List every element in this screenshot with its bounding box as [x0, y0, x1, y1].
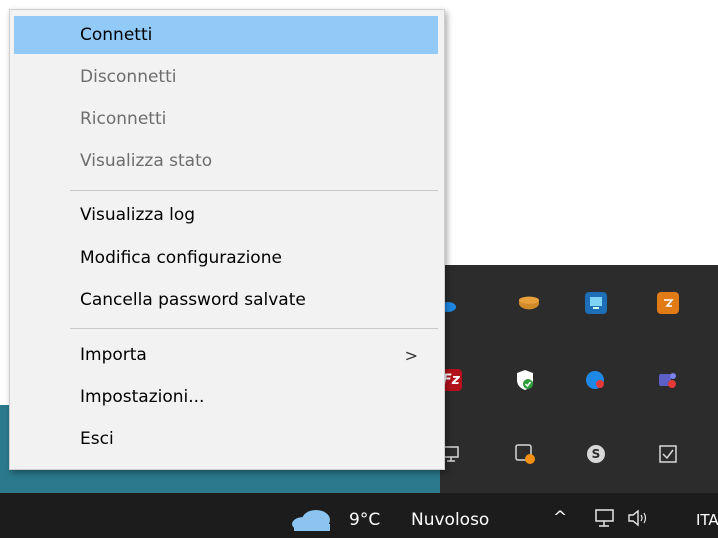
menu-item-visualizza-stato[interactable]: Visualizza stato — [14, 142, 438, 180]
tray-chevron-icon[interactable]: ^ — [553, 508, 567, 528]
menu-item-label: Esci — [80, 429, 114, 449]
menu-item-label: Disconnetti — [80, 67, 177, 87]
sync-app-icon[interactable] — [514, 443, 536, 465]
weather-condition[interactable]: Nuvoloso — [411, 510, 489, 530]
language-indicator[interactable]: ITA — [696, 511, 718, 529]
db-icon[interactable] — [518, 292, 540, 314]
menu-item-label: Cancella password salvate — [80, 290, 306, 310]
menu-item-label: Riconnetti — [80, 109, 167, 129]
menu-item-modifica-configurazione[interactable]: Modifica configurazione — [14, 239, 438, 277]
menu-item-cancella-password[interactable]: Cancella password salvate — [14, 281, 438, 319]
menu-item-connetti[interactable]: Connetti — [14, 16, 438, 54]
svg-text:S: S — [592, 447, 601, 461]
cloud-icon[interactable] — [290, 509, 334, 531]
weather-temperature[interactable]: 9°C — [349, 510, 380, 530]
menu-item-visualizza-log[interactable]: Visualizza log — [14, 196, 438, 234]
menu-item-impostazioni[interactable]: Impostazioni... — [14, 378, 438, 416]
menu-item-importa[interactable]: Importa > — [14, 336, 438, 374]
network-app-icon[interactable] — [585, 292, 607, 314]
tray-overflow-flyout: Fz S — [440, 265, 718, 493]
volume-icon[interactable] — [626, 507, 650, 533]
chat-app-icon[interactable] — [585, 369, 607, 391]
menu-item-label: Visualizza stato — [80, 151, 213, 171]
menu-item-disconnetti[interactable]: Disconnetti — [14, 58, 438, 96]
task-check-icon[interactable] — [657, 443, 679, 465]
menu-item-riconnetti[interactable]: Riconnetti — [14, 100, 438, 138]
network-icon[interactable] — [593, 507, 617, 533]
menu-separator — [70, 328, 438, 329]
menu-item-label: Modifica configurazione — [80, 248, 282, 268]
menu-item-label: Importa — [80, 345, 147, 365]
amazon-app-icon[interactable] — [657, 292, 679, 314]
menu-item-label: Impostazioni... — [80, 387, 205, 407]
skype-icon[interactable]: S — [585, 443, 607, 465]
security-shield-icon[interactable] — [514, 369, 536, 391]
teams-icon[interactable] — [657, 369, 679, 391]
menu-item-label: Connetti — [80, 25, 153, 45]
tray-context-menu: Connetti Disconnetti Riconnetti Visualiz… — [9, 9, 445, 470]
chevron-right-icon: > — [404, 345, 418, 365]
menu-item-label: Visualizza log — [80, 205, 196, 225]
menu-item-esci[interactable]: Esci — [14, 420, 438, 458]
menu-separator — [70, 190, 438, 191]
